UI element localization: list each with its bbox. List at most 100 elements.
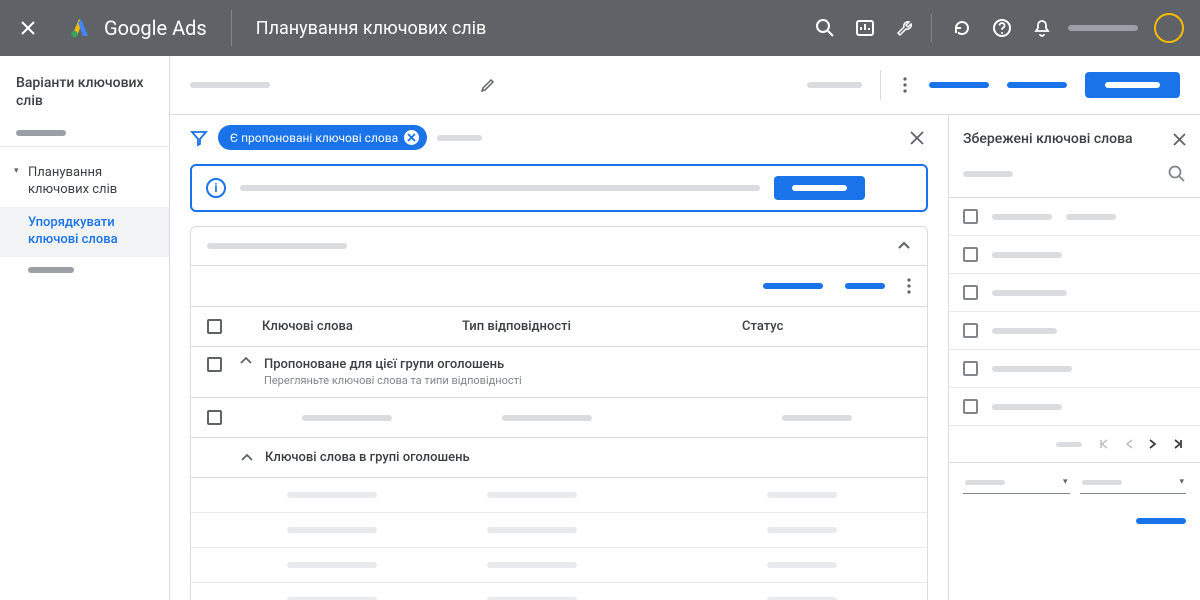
filter-icon[interactable] (190, 129, 208, 147)
page-info (1056, 442, 1082, 447)
sidebar-title: Варіанти ключових слів (0, 74, 169, 120)
row-checkbox[interactable] (207, 410, 222, 425)
avatar[interactable] (1154, 13, 1184, 43)
card-more-icon[interactable] (907, 278, 911, 294)
table-row[interactable] (191, 398, 927, 438)
close-icon[interactable] (16, 16, 40, 40)
card-link-2[interactable] (845, 283, 885, 289)
page-first-icon[interactable] (1096, 436, 1112, 452)
filter-text-skeleton (437, 135, 482, 141)
plan-name (190, 82, 270, 88)
saved-search-icon[interactable] (1168, 165, 1186, 183)
caret-down-icon: ▾ (1063, 477, 1068, 487)
item-label (992, 404, 1062, 410)
group-collapse-icon[interactable] (241, 454, 253, 462)
group-collapse-icon[interactable] (240, 357, 252, 365)
toolbar-label (807, 82, 862, 88)
main-content: Є пропоновані ключові слова i (170, 56, 1200, 600)
close-panel-icon[interactable] (906, 127, 928, 149)
edit-icon[interactable] (480, 77, 496, 93)
reports-icon[interactable] (847, 10, 883, 46)
callout-text (240, 185, 760, 191)
pagination (949, 426, 1200, 463)
tools-icon[interactable] (887, 10, 923, 46)
list-item[interactable] (949, 388, 1200, 426)
notifications-icon[interactable] (1024, 10, 1060, 46)
item-checkbox[interactable] (963, 247, 978, 262)
saved-search-placeholder (963, 171, 1013, 177)
search-icon[interactable] (807, 10, 843, 46)
brand-name: Google Ads (104, 16, 207, 40)
item-label (992, 366, 1072, 372)
table-row (191, 478, 927, 513)
panel-dropdowns: ▾ ▾ (949, 463, 1200, 508)
header-separator (931, 14, 932, 42)
saved-keywords-title: Збережені ключові слова (963, 131, 1133, 147)
list-item[interactable] (949, 274, 1200, 312)
col-status[interactable]: Статус (742, 319, 862, 334)
saved-keywords-panel: Збережені ключові слова (948, 115, 1200, 600)
cell-match-type (502, 415, 592, 421)
collapse-icon[interactable] (897, 241, 911, 251)
saved-search (949, 159, 1200, 198)
adgroup-name (207, 243, 347, 249)
filter-chip-suggested[interactable]: Є пропоновані ключові слова (218, 125, 427, 150)
saved-keywords-list (949, 198, 1200, 426)
help-icon[interactable] (984, 10, 1020, 46)
google-ads-logo-icon (68, 16, 92, 40)
group-in-adgroup: Ключові слова в групі оголошень (191, 438, 927, 478)
table-header: Ключові слова Тип відповідності Статус (191, 307, 927, 347)
table-row (191, 548, 927, 583)
header-divider (231, 10, 232, 46)
item-checkbox[interactable] (963, 399, 978, 414)
page-next-icon[interactable] (1146, 436, 1160, 452)
table-row (191, 513, 927, 548)
toolbar-link-1[interactable] (929, 82, 989, 88)
page-prev-icon[interactable] (1122, 436, 1136, 452)
info-icon: i (206, 178, 226, 198)
app-header: Google Ads Планування ключових слів (0, 0, 1200, 56)
account-email (1068, 25, 1138, 31)
sidebar-sub-skeleton (16, 130, 66, 136)
close-saved-panel-icon[interactable] (1173, 133, 1186, 146)
callout-action-button[interactable] (774, 176, 865, 200)
list-item[interactable] (949, 312, 1200, 350)
group-suggested: Пропоноване для цієї групи оголошень Пер… (191, 347, 927, 398)
col-match-type[interactable]: Тип відповідності (462, 319, 662, 334)
list-item[interactable] (949, 350, 1200, 388)
sidebar-item-organize-keywords[interactable]: Упорядкувати ключові слова (0, 207, 169, 257)
toolbar-link-2[interactable] (1007, 82, 1067, 88)
plan-toolbar (170, 56, 1200, 115)
download-plan-button[interactable] (1085, 72, 1180, 98)
item-checkbox[interactable] (963, 285, 978, 300)
item-label (992, 290, 1067, 296)
refresh-icon[interactable] (944, 10, 980, 46)
page-last-icon[interactable] (1170, 436, 1186, 452)
select-all-checkbox[interactable] (207, 319, 222, 334)
col-keywords[interactable]: Ключові слова (262, 319, 462, 334)
filter-bar: Є пропоновані ключові слова (190, 115, 928, 160)
item-label (992, 328, 1057, 334)
group-suggested-title: Пропоноване для цієї групи оголошень (264, 357, 522, 372)
panel-action-link[interactable] (1136, 518, 1186, 524)
sidebar: Варіанти ключових слів Планування ключов… (0, 56, 170, 600)
filter-chip-label: Є пропоновані ключові слова (230, 131, 398, 145)
card-link-1[interactable] (763, 283, 823, 289)
cell-keyword (302, 415, 392, 421)
group-checkbox[interactable] (207, 357, 222, 372)
list-item[interactable] (949, 198, 1200, 236)
more-icon[interactable] (899, 77, 911, 93)
sidebar-item-skeleton[interactable] (28, 267, 74, 273)
toolbar-divider (880, 70, 881, 100)
adgroup-card: Ключові слова Тип відповідності Статус П… (190, 226, 928, 600)
filter-chip-remove-icon[interactable] (404, 130, 419, 145)
sidebar-item-keyword-planning[interactable]: Планування ключових слів (0, 157, 169, 207)
dropdown-1[interactable]: ▾ (963, 477, 1070, 494)
group-in-adgroup-title: Ключові слова в групі оголошень (265, 450, 470, 465)
list-item[interactable] (949, 236, 1200, 274)
item-checkbox[interactable] (963, 361, 978, 376)
item-checkbox[interactable] (963, 209, 978, 224)
dropdown-2[interactable]: ▾ (1080, 477, 1187, 494)
cell-status (782, 415, 852, 421)
item-checkbox[interactable] (963, 323, 978, 338)
